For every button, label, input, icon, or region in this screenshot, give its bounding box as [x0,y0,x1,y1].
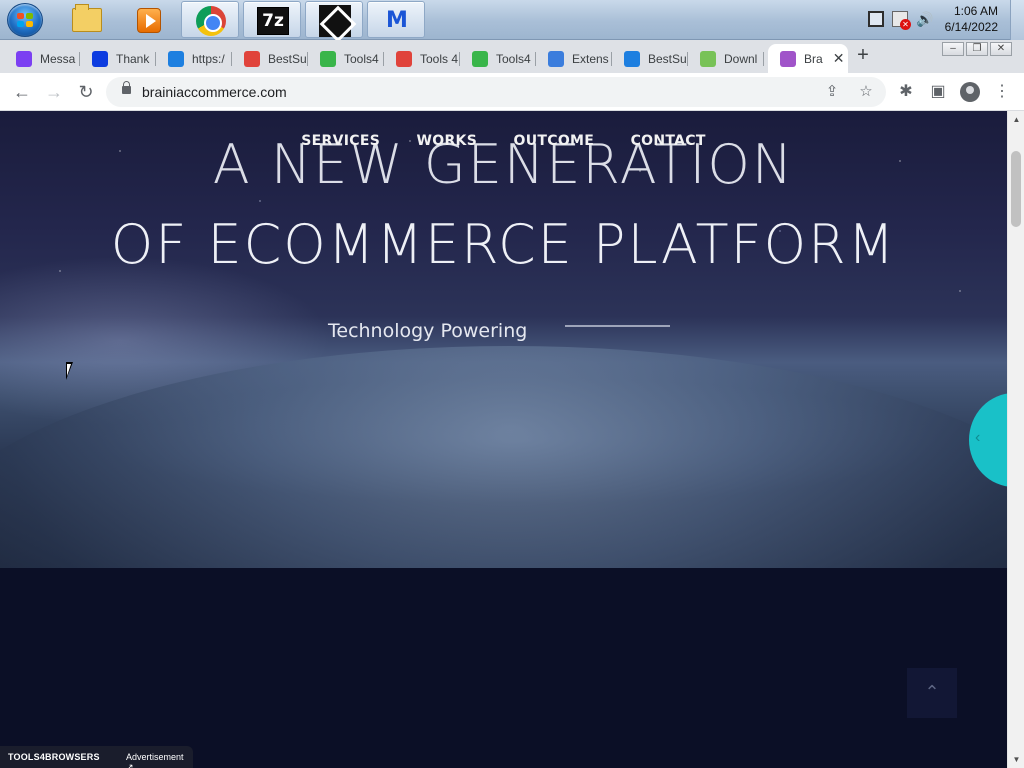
tab-favicon-icon [548,50,564,67]
taskbar-malwarebytes[interactable]: M [367,1,425,38]
side-panel-icon[interactable]: ▣ [928,82,948,102]
extensions-puzzle-icon[interactable]: ✱ [896,82,916,102]
minimize-button[interactable]: – [942,42,964,56]
content-section [0,568,1007,768]
show-desktop-button[interactable] [1010,0,1024,40]
clock-date: 6/14/2022 [944,20,998,34]
tab-favicon-icon [320,50,336,67]
tab-title: Bra [804,51,823,66]
taskbar-chrome[interactable] [181,1,239,38]
tab-separator [763,52,764,66]
windows-logo-icon [17,13,34,28]
hero-section: A NEW GENERATION OF ECOMMERCE PLATFORM S… [0,111,1007,766]
ad-label[interactable]: Advertisement ↗ [126,752,193,768]
folder-icon [72,4,102,32]
new-tab-button[interactable]: + [853,45,873,65]
tab-favicon-icon [780,50,796,67]
tab-title: Extens [572,51,609,66]
ad-brand-logo: TOOLS4BROWSERS [8,752,100,762]
windows-taskbar: 7z M 🔊 1:06 AM 6/14/2022 [0,0,1024,40]
tab-title: Thank [116,51,150,66]
page-viewport: A NEW GENERATION OF ECOMMERCE PLATFORM S… [0,111,1007,768]
address-bar[interactable]: brainiaccommerce.com ⇪ ☆ [106,77,886,107]
tagline-typing-fade [565,325,670,327]
tab-favicon-icon [244,50,260,67]
taskbar-mighty-cursor[interactable] [305,1,363,38]
mouse-cursor-icon [66,362,73,380]
browser-toolbar: ← → ↻ brainiaccommerce.com ⇪ ☆ ✱ ▣ ⋮ [0,73,1024,111]
nav-contact[interactable]: CONTACT [631,133,706,149]
tab[interactable]: BestSu [232,44,308,73]
scroll-to-top-button[interactable]: ⌃ [907,668,957,718]
tab[interactable]: BestSu [612,44,688,73]
share-icon[interactable]: ⇪ [823,83,841,101]
app-diamond-icon [319,5,351,37]
tab-title: Downl [724,51,758,66]
taskbar-media-player[interactable] [119,1,177,38]
restore-button[interactable]: ❐ [966,42,988,56]
hero-tagline: Technology Powering [328,320,528,342]
nav-works[interactable]: WORKS [417,133,478,149]
media-player-icon [137,8,161,33]
lock-icon[interactable] [122,81,131,94]
tab-title: BestSu [648,51,687,66]
tab-title: Tools 4 [420,51,459,66]
profile-avatar[interactable] [960,82,980,102]
tab[interactable]: Tools4 [460,44,536,73]
nav-services[interactable]: SERVICES [301,133,380,149]
tab-favicon-icon [16,50,32,67]
taskbar-7zip[interactable]: 7z [243,1,301,38]
tab-close-icon[interactable]: ✕ [833,50,845,67]
advertisement-bar[interactable]: TOOLS4BROWSERS Advertisement ↗ [0,746,193,768]
tab-active[interactable]: Bra ✕ [768,44,848,73]
bookmark-star-icon[interactable]: ☆ [857,83,875,101]
chrome-icon [196,6,226,36]
malwarebytes-icon: M [386,8,408,33]
system-clock[interactable]: 1:06 AM 6/14/2022 [945,3,998,35]
tab[interactable]: Tools4 [308,44,384,73]
close-window-button[interactable]: ✕ [990,42,1012,56]
nav-outcome[interactable]: OUTCOME [514,133,595,149]
menu-kebab-icon[interactable]: ⋮ [992,82,1012,102]
tab-title: Tools4 [496,51,531,66]
tab-title: BestSu [268,51,307,66]
scroll-down-arrow[interactable]: ▼ [1008,751,1024,768]
clock-time: 1:06 AM [953,4,998,18]
7zip-icon: 7z [257,7,289,35]
tab[interactable]: Thank [80,44,156,73]
action-center-icon[interactable] [892,11,911,30]
tab-favicon-icon [700,50,716,67]
hero-headline-line2: OF ECOMMERCE PLATFORM [110,213,897,276]
chevron-left-icon: ‹ [975,429,981,446]
url-text[interactable]: brainiaccommerce.com [142,84,287,100]
scrollbar-thumb[interactable] [1011,151,1021,227]
back-button[interactable]: ← [12,82,32,102]
tab-title: Tools4 [344,51,379,66]
tab[interactable]: Tools 4 [384,44,460,73]
reload-button[interactable]: ↻ [76,82,96,102]
tab[interactable]: Downl [688,44,764,73]
volume-icon[interactable]: 🔊 [916,11,933,27]
tab-favicon-icon [92,50,108,67]
site-nav: SERVICES WORKS OUTCOME CONTACT [0,132,1007,150]
tab[interactable]: https:/ [156,44,232,73]
tab-favicon-icon [472,50,488,67]
system-tray: 🔊 1:06 AM 6/14/2022 [864,0,1024,40]
tab[interactable]: Extens [536,44,612,73]
start-button[interactable] [7,3,43,37]
scroll-up-arrow[interactable]: ▲ [1008,111,1024,128]
tab-title: https:/ [192,51,225,66]
tab-title: Messa [40,51,76,66]
forward-button[interactable]: → [44,82,64,102]
window-controls: – ❐ ✕ [942,42,1012,56]
tab-favicon-icon [396,50,412,67]
page-scrollbar[interactable]: ▲ ▼ [1007,111,1024,768]
tab-favicon-icon [168,50,184,67]
taskbar-explorer[interactable] [57,1,115,38]
tab-favicon-icon [624,50,640,67]
network-icon[interactable] [868,11,884,27]
tab[interactable]: Messa [4,44,80,73]
